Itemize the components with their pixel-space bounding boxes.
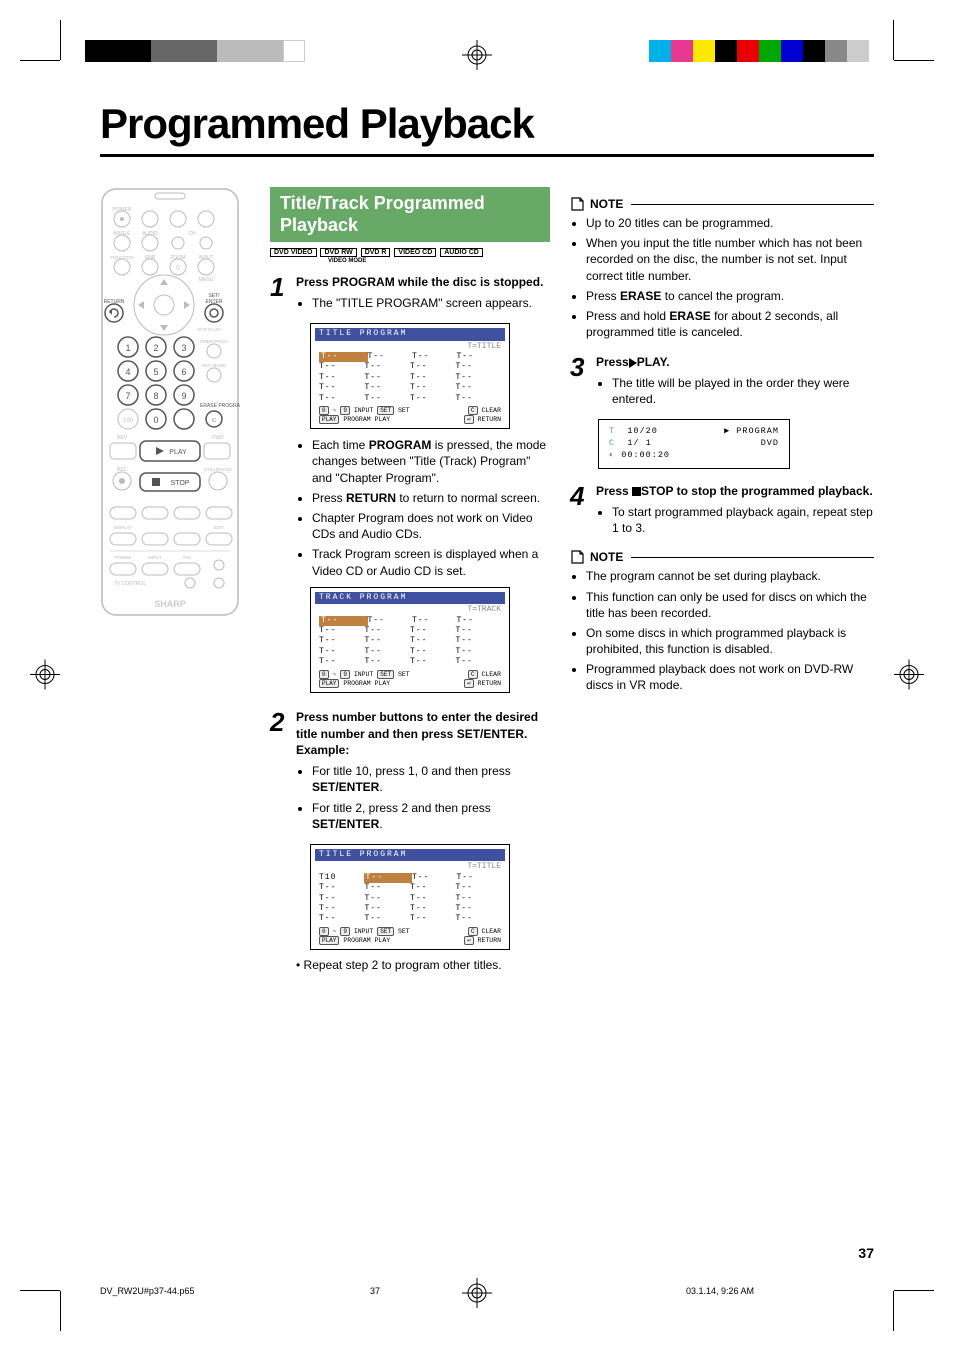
svg-text:0: 0 — [153, 415, 158, 425]
note-header-1: NOTE — [570, 197, 874, 211]
registration-mark-bottom — [462, 1278, 492, 1311]
svg-text:7: 7 — [125, 391, 130, 401]
note-icon — [570, 197, 584, 211]
svg-text:SHARP: SHARP — [154, 599, 186, 609]
step-3: 3 PressPLAY. The title will be played in… — [570, 354, 874, 411]
registration-mark-right — [894, 659, 924, 692]
step-2: 2 Press number buttons to enter the desi… — [270, 709, 550, 836]
svg-text:AUDIO: AUDIO — [142, 231, 158, 237]
svg-text:VCR PLUS+: VCR PLUS+ — [197, 327, 223, 332]
svg-text:STOP: STOP — [171, 480, 190, 487]
svg-text:POWER: POWER — [114, 555, 132, 560]
registration-mark-top — [462, 40, 492, 73]
svg-text:REC MODE: REC MODE — [202, 363, 226, 368]
svg-text:9: 9 — [181, 391, 186, 401]
footer-page: 37 — [370, 1286, 380, 1296]
title-underline — [100, 154, 874, 157]
osd-track-program: TRACK PROGRAM T=TRACK T--T--T--T-- T--T-… — [310, 587, 510, 693]
svg-text:INPUT: INPUT — [199, 255, 214, 261]
play-icon — [629, 358, 637, 368]
note-header-2: NOTE — [570, 550, 874, 564]
osd-title-program-2: TITLE PROGRAM T=TITLE T10T--T--T-- T--T-… — [310, 844, 510, 950]
svg-text:4: 4 — [125, 367, 130, 377]
svg-text:Q: Q — [176, 265, 180, 271]
step-4: 4 Press STOP to stop the programmed play… — [570, 483, 874, 540]
footer-filename: DV_RW2U#p37-44.p65 — [100, 1286, 194, 1296]
registration-mark-left — [30, 659, 60, 692]
svg-text:POWER: POWER — [113, 207, 132, 213]
svg-text:ZOOM: ZOOM — [171, 255, 186, 261]
svg-text:6: 6 — [181, 367, 186, 377]
remote-illustration: POWER ANGLE AUDIO CH FUNCTION DNR — [100, 187, 250, 972]
footer-date: 03.1.14, 9:26 AM — [686, 1286, 754, 1296]
svg-text:ANGLE: ANGLE — [114, 231, 132, 237]
svg-text:ERASE PROGRAM: ERASE PROGRAM — [200, 403, 240, 409]
svg-text:CH: CH — [188, 231, 196, 237]
svg-text:⊂: ⊂ — [211, 418, 216, 424]
svg-text:STILL/PAUSE: STILL/PAUSE — [204, 467, 232, 472]
repeat-note: • Repeat step 2 to program other titles. — [296, 958, 550, 972]
svg-text:TIMER PROG.: TIMER PROG. — [199, 339, 229, 344]
svg-text:MENU: MENU — [199, 277, 214, 283]
svg-text:EDIT: EDIT — [214, 525, 225, 530]
page-number: 37 — [858, 1245, 874, 1261]
media-tags: DVD VIDEO DVD RW DVD R VIDEO CD AUDIO CD… — [270, 248, 550, 264]
section-header: Title/Track Programmed Playback — [270, 187, 550, 242]
print-color-bar-right — [649, 40, 869, 62]
print-color-bar-left — [85, 40, 305, 62]
svg-text:TV CONTROL: TV CONTROL — [114, 581, 146, 587]
svg-text:REV: REV — [117, 435, 128, 441]
page-title: Programmed Playback — [100, 100, 874, 148]
svg-text:1: 1 — [125, 343, 130, 353]
stop-icon — [632, 487, 641, 496]
svg-text:FWD: FWD — [212, 435, 224, 441]
svg-text:INPUT: INPUT — [148, 555, 162, 560]
osd-play-status: T 10/20PROGRAM ▶ C 1/ 1DVD ◐ 00:00:20 — [598, 419, 790, 469]
svg-text:2: 2 — [153, 343, 158, 353]
step-1: 1 Press PROGRAM while the disc is stoppe… — [270, 274, 550, 315]
svg-text:PLAY: PLAY — [169, 449, 187, 456]
svg-text:8: 8 — [153, 391, 158, 401]
osd-title-program-1: TITLE PROGRAM T=TITLE T--T--T--T-- T--T-… — [310, 323, 510, 429]
svg-text:100: 100 — [123, 418, 134, 424]
svg-text:5: 5 — [153, 367, 158, 377]
svg-text:VOL: VOL — [182, 555, 192, 560]
svg-text:3: 3 — [181, 343, 186, 353]
svg-text:DISPLAY: DISPLAY — [114, 525, 133, 530]
note-icon — [570, 550, 584, 564]
